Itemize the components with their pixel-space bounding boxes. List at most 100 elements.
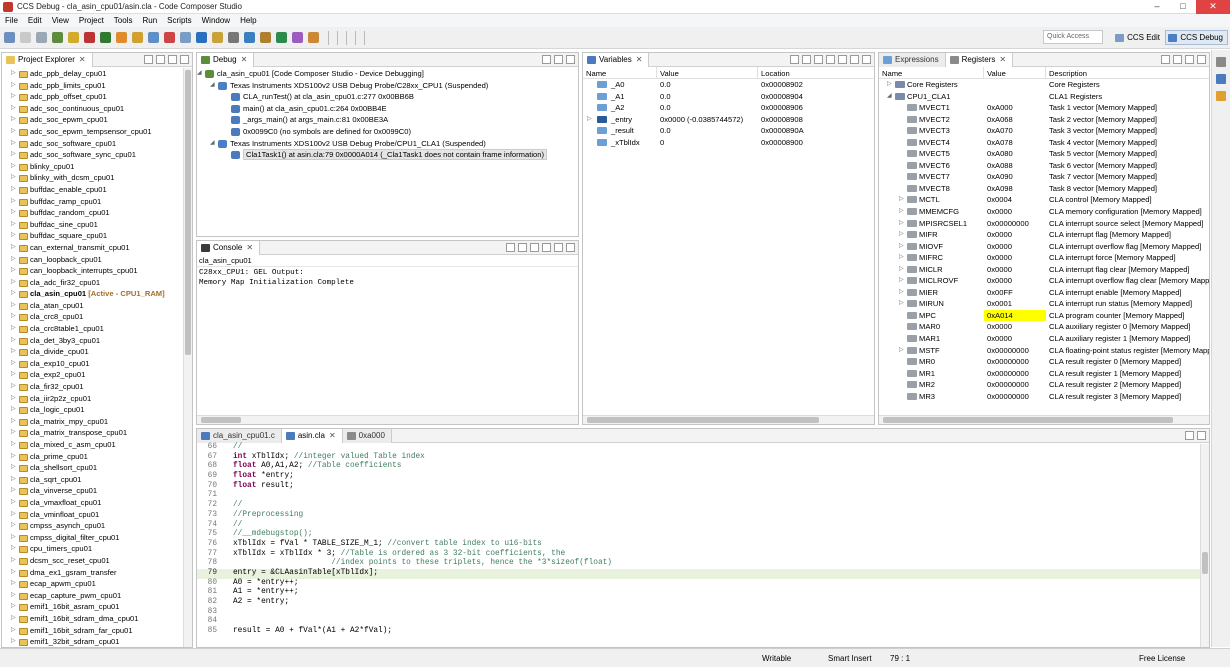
column-location[interactable]: Location [758, 67, 874, 78]
variable-value[interactable]: 0x0000 (-0.0385744572) [657, 114, 758, 126]
register-row[interactable]: MVECT6 0xA088 Task 6 vector [Memory Mapped… [879, 160, 1209, 172]
display-console-icon[interactable] [542, 243, 551, 252]
register-value[interactable]: 0xA080 [984, 148, 1046, 160]
close-tab-icon[interactable]: ✕ [79, 55, 86, 64]
expand-arrow-icon[interactable]: ▷ [11, 300, 16, 312]
tab-project-explorer[interactable]: Project Explorer ✕ [2, 53, 93, 67]
register-value[interactable]: 0x0000 [984, 229, 1046, 241]
expand-arrow-icon[interactable]: ▷ [899, 241, 904, 253]
toolbar-tool-icon[interactable] [260, 32, 271, 43]
view-menu-icon[interactable] [542, 55, 551, 64]
register-row[interactable]: MAR0 0x0000 CLA auxiliary register 0 [Memo… [879, 321, 1209, 333]
column-name[interactable]: Name [879, 67, 984, 78]
maximize-button[interactable]: □ [1170, 0, 1196, 14]
remove-all-icon[interactable] [814, 55, 823, 64]
close-tab-icon[interactable]: ✕ [329, 431, 336, 440]
column-value[interactable]: Value [984, 67, 1046, 78]
toolbar-tool-icon[interactable] [68, 32, 79, 43]
register-value[interactable]: 0x0000 [984, 206, 1046, 218]
maximize-view-icon[interactable] [862, 55, 871, 64]
expand-arrow-icon[interactable]: ▷ [11, 311, 16, 323]
register-row[interactable]: MR2 0x00000000 CLA result register 2 [Memo… [879, 379, 1209, 391]
expand-arrow-icon[interactable]: ▷ [11, 369, 16, 381]
register-value[interactable]: 0xA088 [984, 160, 1046, 172]
expand-arrow-icon[interactable]: ▷ [11, 242, 16, 254]
expand-arrow-icon[interactable]: ▷ [11, 567, 16, 579]
register-value[interactable] [984, 79, 1046, 91]
expand-arrow-icon[interactable]: ▷ [11, 80, 16, 92]
expand-arrow-icon[interactable]: ▷ [11, 265, 16, 277]
project-item[interactable]: ▷ buffdac_sine_cpu01 [2, 219, 192, 231]
register-row[interactable]: ▷ MCTL 0x0004 CLA control [Memory Mapped] [879, 194, 1209, 206]
restore-icon[interactable] [1216, 57, 1226, 67]
expand-arrow-icon[interactable]: ▷ [11, 207, 16, 219]
project-item[interactable]: ▷ adc_soc_software_sync_cpu01 [2, 149, 192, 161]
variables-h-scrollbar[interactable] [583, 415, 874, 424]
toolbar-tool-icon[interactable] [228, 32, 239, 43]
project-item[interactable]: ▷ cla_vminfloat_cpu01 [2, 509, 192, 521]
expand-arrow-icon[interactable]: ▷ [11, 91, 16, 103]
register-value[interactable]: 0x00000000 [984, 391, 1046, 403]
register-row[interactable]: ▷ MIER 0x00FF CLA interrupt enable [Memory … [879, 287, 1209, 299]
expand-arrow-icon[interactable]: ▷ [11, 172, 16, 184]
editor-tab[interactable]: cla_asin_cpu01.c [197, 429, 282, 443]
register-value[interactable]: 0x00000000 [984, 345, 1046, 357]
expand-arrow-icon[interactable]: ▷ [11, 335, 16, 347]
expand-arrow-icon[interactable]: ◢ [197, 68, 202, 80]
expand-arrow-icon[interactable]: ▷ [11, 416, 16, 428]
project-item[interactable]: ▷ adc_ppb_limits_cpu01 [2, 80, 192, 92]
expand-arrow-icon[interactable]: ▷ [11, 103, 16, 115]
expand-arrow-icon[interactable]: ▷ [11, 288, 16, 300]
toolbar-tool-icon[interactable] [180, 32, 191, 43]
maximize-view-icon[interactable] [180, 55, 189, 64]
project-item[interactable]: ▷ cla_shellsort_cpu01 [2, 462, 192, 474]
expand-arrow-icon[interactable]: ▷ [11, 138, 16, 150]
debug-tree-item[interactable]: ◢ Texas Instruments XDS100v2 USB Debug Pr… [197, 80, 578, 92]
close-tab-icon[interactable]: ✕ [246, 243, 253, 252]
register-row[interactable]: MR0 0x00000000 CLA result register 0 [Memo… [879, 356, 1209, 368]
expand-arrow-icon[interactable]: ▷ [11, 509, 16, 521]
expand-arrow-icon[interactable]: ▷ [11, 590, 16, 602]
expand-arrow-icon[interactable]: ▷ [11, 532, 16, 544]
status-license[interactable]: Free License [1139, 654, 1185, 663]
project-item[interactable]: ▷ cla_mixed_c_asm_cpu01 [2, 439, 192, 451]
remove-icon[interactable] [802, 55, 811, 64]
register-row[interactable]: ▷ MSTF 0x00000000 CLA floating-point status… [879, 345, 1209, 357]
project-item[interactable]: ▷ cla_exp10_cpu01 [2, 358, 192, 370]
project-item[interactable]: ▷ cla_logic_cpu01 [2, 404, 192, 416]
debug-tree-item[interactable]: main() at cla_asin_cpu01.c:264 0x00BB4E [197, 103, 578, 115]
toolbar-tool-icon[interactable] [308, 32, 319, 43]
project-item[interactable]: ▷ cla_sqrt_cpu01 [2, 474, 192, 486]
code-editor[interactable]: 66 // 67 int xTblIdx; //integer valued Tabl… [197, 443, 1209, 637]
maximize-view-icon[interactable] [566, 243, 575, 252]
register-row[interactable]: ▷ MICLROVF 0x0000 CLA interrupt overflow fl… [879, 275, 1209, 287]
register-value[interactable]: 0xA014 [984, 309, 1046, 322]
expand-arrow-icon[interactable]: ▷ [11, 613, 16, 625]
register-value[interactable]: 0x00000000 [984, 379, 1046, 391]
expand-arrow-icon[interactable]: ▷ [11, 578, 16, 590]
register-row[interactable]: ▷ MMEMCFG 0x0000 CLA memory configuration [… [879, 206, 1209, 218]
project-item[interactable]: ▷ cla_prime_cpu01 [2, 451, 192, 463]
register-row[interactable]: MVECT3 0xA070 Task 3 vector [Memory Mapped… [879, 125, 1209, 137]
project-item[interactable]: ▷ emif1_16bit_asram_cpu01 [2, 601, 192, 613]
project-item[interactable]: ▷ adc_ppb_offset_cpu01 [2, 91, 192, 103]
project-item[interactable]: ▷ cla_divide_cpu01 [2, 346, 192, 358]
variable-row[interactable]: _A1 0.0 0x00008904 [583, 91, 874, 103]
pin-console-icon[interactable] [530, 243, 539, 252]
expand-arrow-icon[interactable]: ▷ [11, 346, 16, 358]
project-item[interactable]: ▷ can_loopback_cpu01 [2, 254, 192, 266]
project-item[interactable]: ▷ emif1_32bit_sdram_cpu01 [2, 636, 192, 647]
clear-console-icon[interactable] [506, 243, 515, 252]
project-item[interactable]: ▷ buffdac_enable_cpu01 [2, 184, 192, 196]
close-tab-icon[interactable]: ✕ [241, 55, 248, 64]
expand-arrow-icon[interactable]: ▷ [11, 404, 16, 416]
maximize-view-icon[interactable] [566, 55, 575, 64]
editor-tab[interactable]: asin.cla ✕ [281, 429, 343, 443]
register-value[interactable]: 0xA098 [984, 183, 1046, 195]
register-value[interactable]: 0x00000000 [984, 368, 1046, 380]
column-description[interactable]: Description [1046, 67, 1209, 78]
register-value[interactable]: 0xA068 [984, 114, 1046, 126]
link-editor-icon[interactable] [156, 55, 165, 64]
variable-value[interactable]: 0.0 [657, 102, 758, 114]
expand-arrow-icon[interactable]: ▷ [11, 393, 16, 405]
